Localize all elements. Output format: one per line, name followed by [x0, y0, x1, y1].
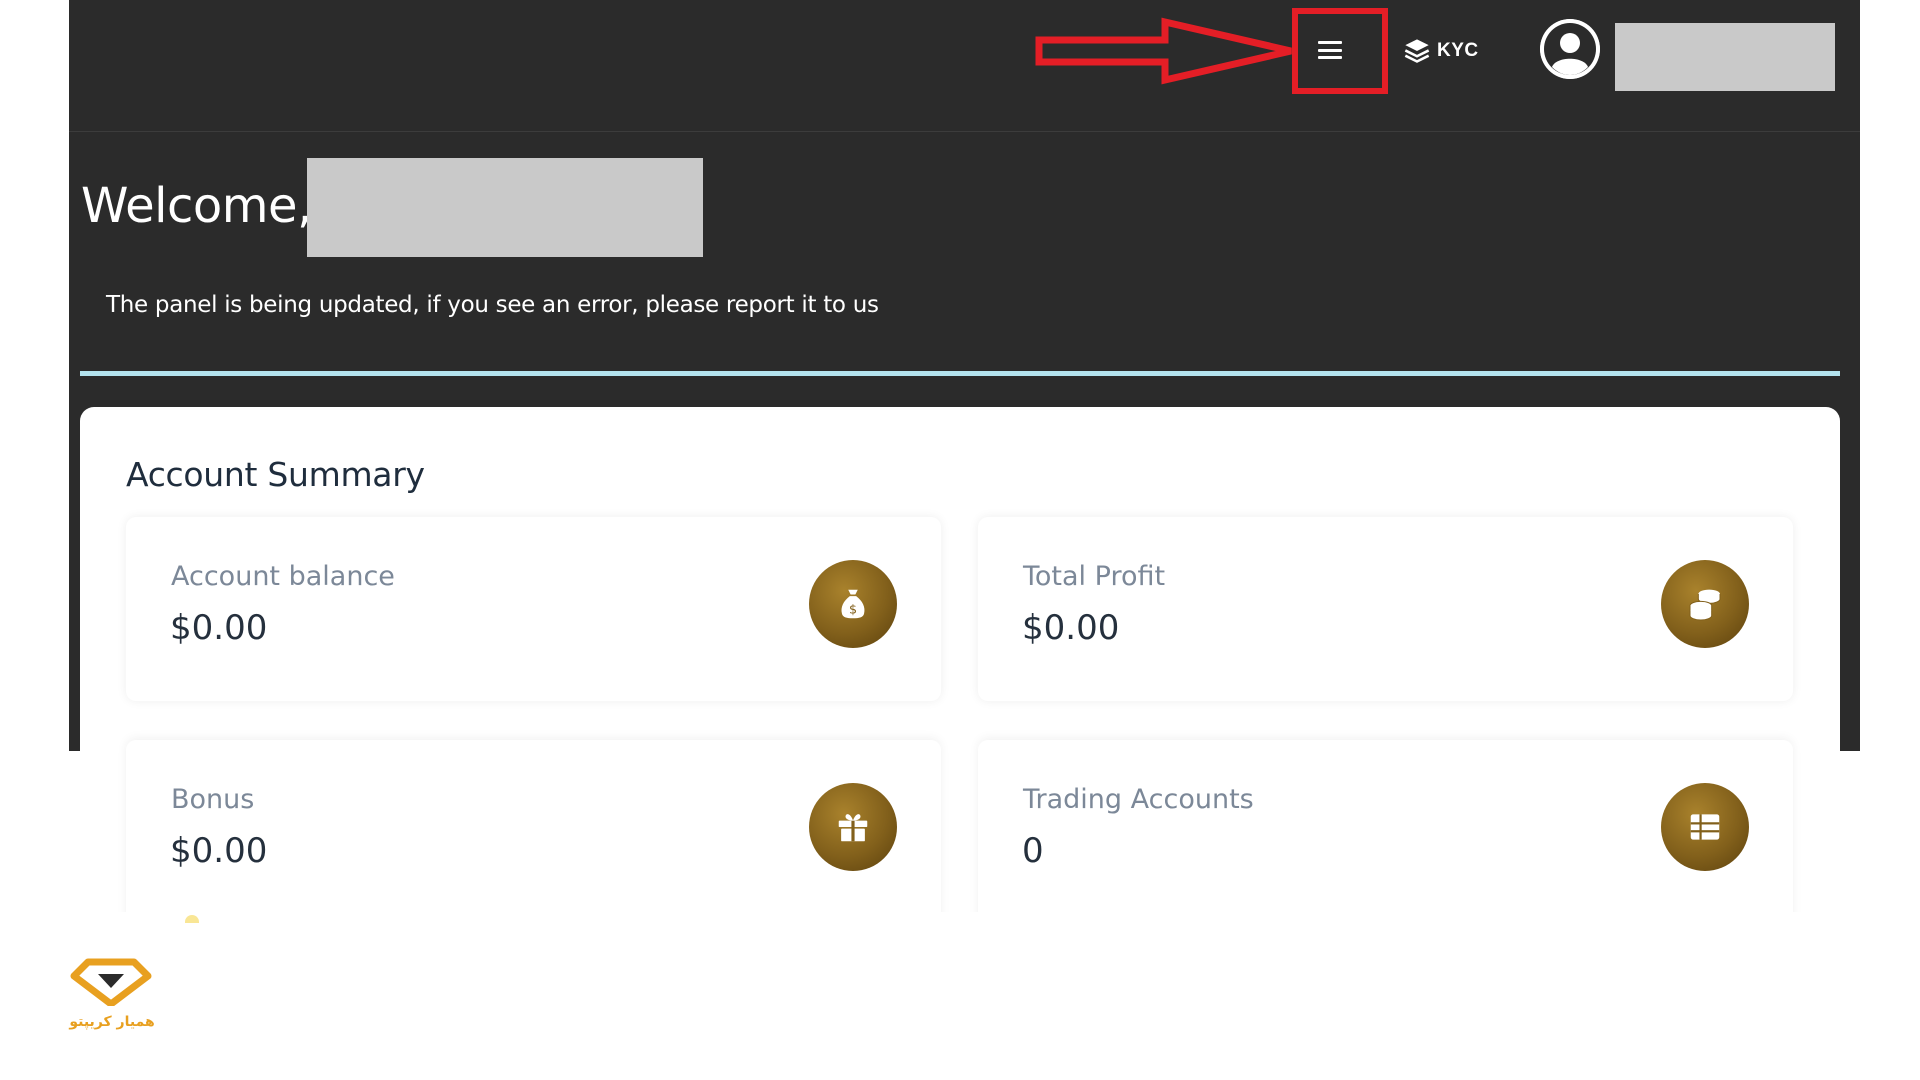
coins-icon [1661, 560, 1749, 648]
page: KYC Welcome, The panel is being updated,… [0, 0, 1920, 1080]
user-avatar-icon[interactable] [1540, 19, 1600, 79]
account-summary-card: Account Summary Account balance $0.00 $ … [80, 407, 1840, 960]
kyc-link[interactable]: KYC [1403, 34, 1479, 68]
stat-label: Account balance [171, 561, 395, 592]
stat-value: $0.00 [170, 608, 268, 648]
kyc-label: KYC [1437, 40, 1479, 61]
account-summary-title: Account Summary [126, 455, 425, 494]
stat-label: Trading Accounts [1023, 784, 1254, 815]
layers-icon [1404, 39, 1430, 63]
welcome-name-redacted [307, 158, 703, 257]
gift-icon [809, 783, 897, 871]
stat-value: 0 [1022, 831, 1044, 871]
stat-value: $0.00 [1022, 608, 1120, 648]
brand-logo [70, 958, 152, 1006]
bottom-area [0, 912, 1920, 1080]
user-name-redacted [1615, 23, 1835, 91]
update-notice: The panel is being updated, if you see a… [106, 292, 879, 318]
brand-watermark-text: همیار کریپتو [69, 1014, 155, 1030]
money-bag-icon: $ [809, 560, 897, 648]
decorative-dot [185, 915, 199, 923]
divider-line [80, 371, 1840, 376]
table-list-icon [1661, 783, 1749, 871]
annotation-arrow [1035, 17, 1292, 85]
stat-card-account-balance: Account balance $0.00 $ [126, 517, 941, 701]
svg-text:$: $ [849, 602, 857, 617]
welcome-heading: Welcome, [81, 178, 312, 234]
stat-label: Bonus [171, 784, 255, 815]
stat-value: $0.00 [170, 831, 268, 871]
stat-card-total-profit: Total Profit $0.00 [978, 517, 1793, 701]
annotation-highlight-box [1292, 8, 1388, 94]
stat-label: Total Profit [1023, 561, 1166, 592]
top-navbar: KYC [69, 0, 1860, 132]
